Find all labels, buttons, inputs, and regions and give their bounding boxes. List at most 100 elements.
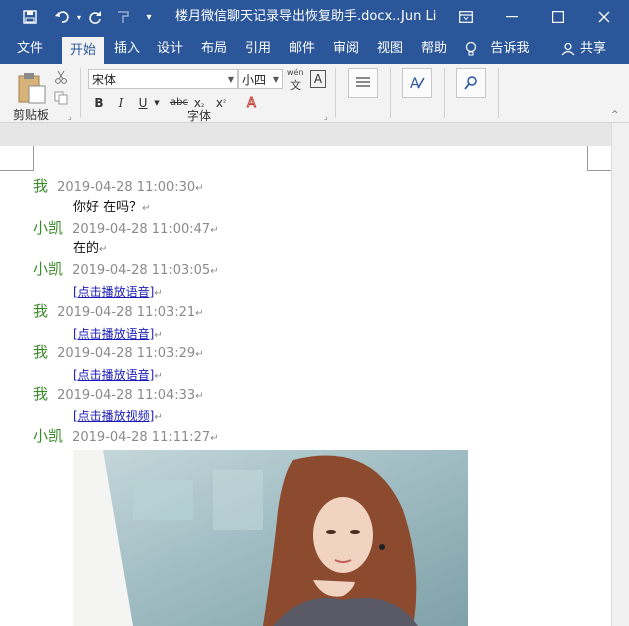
share-button[interactable]: 共享: [578, 34, 608, 64]
paragraph-mark: ↵: [210, 225, 219, 236]
message-header: 小凯 2019-04-28 11:03:05↵: [33, 258, 219, 279]
save-icon[interactable]: [18, 0, 42, 34]
page-corner-mark: [0, 170, 33, 171]
tab-layout[interactable]: 布局: [197, 34, 231, 64]
share-user-icon[interactable]: [559, 34, 577, 64]
svg-text:A: A: [247, 96, 256, 110]
chevron-down-icon[interactable]: ▼: [273, 70, 279, 90]
tab-help[interactable]: 帮助: [417, 34, 451, 64]
timestamp: 2019-04-28 11:03:29: [57, 346, 196, 361]
message-body: 在的↵: [73, 237, 107, 256]
chevron-down-icon[interactable]: ▼: [228, 70, 234, 90]
page-corner-mark: [587, 146, 588, 171]
page-corner-mark: [587, 170, 611, 171]
play-video-link[interactable]: [点击播放视频]: [73, 409, 154, 423]
customize-toolbar-icon[interactable]: ▾: [138, 0, 160, 34]
timestamp: 2019-04-28 11:04:33: [57, 388, 196, 403]
sender-name: 我: [33, 343, 49, 361]
photo-illustration: [73, 450, 468, 626]
svg-text:A: A: [410, 76, 420, 92]
message-header: 小凯 2019-04-28 11:11:27↵: [33, 425, 219, 446]
font-name-combobox[interactable]: 宋体 ▼: [88, 69, 238, 89]
undo-dropdown-icon[interactable]: ▾: [74, 0, 84, 34]
paste-icon[interactable]: [16, 70, 48, 104]
ribbon-separator: [498, 68, 499, 118]
copy-icon[interactable]: [54, 91, 68, 108]
maximize-icon[interactable]: [544, 0, 572, 34]
underline-button[interactable]: U: [136, 94, 150, 112]
styles-icon[interactable]: A: [402, 68, 432, 98]
tab-insert[interactable]: 插入: [110, 34, 144, 64]
sender-name: 我: [33, 385, 49, 403]
lightbulb-icon[interactable]: [463, 34, 479, 64]
sender-name: 小凯: [33, 219, 64, 237]
timestamp: 2019-04-28 11:03:21: [57, 305, 196, 320]
message-header: 我 2019-04-28 11:04:33↵: [33, 383, 204, 404]
timestamp: 2019-04-28 11:00:47: [72, 222, 211, 237]
message-body: 你好 在吗？↵: [73, 196, 151, 215]
font-size-combobox[interactable]: 小四 ▼: [238, 69, 283, 89]
ribbon-separator: [444, 68, 445, 118]
minimize-icon[interactable]: [498, 0, 526, 34]
sender-name: 我: [33, 177, 49, 195]
sender-name: 小凯: [33, 260, 64, 278]
ribbon-display-icon[interactable]: [452, 0, 480, 34]
superscript-button[interactable]: x²: [214, 94, 228, 112]
message-body: [点击播放语音]↵: [73, 364, 163, 383]
undo-icon[interactable]: [50, 0, 76, 34]
find-icon[interactable]: [456, 68, 486, 98]
clipboard-group-label: 剪贴板: [13, 108, 50, 122]
sender-name: 小凯: [33, 427, 64, 445]
paragraph-mark: ↵: [142, 203, 151, 214]
play-voice-link[interactable]: [点击播放语音]: [73, 327, 154, 341]
paragraph-mark: ↵: [154, 330, 163, 341]
message-header: 我 2019-04-28 11:00:30↵: [33, 175, 204, 196]
page-corner-mark: [33, 146, 34, 171]
phonetic-guide-label: wén: [287, 68, 304, 77]
tab-references[interactable]: 引用: [241, 34, 275, 64]
italic-button[interactable]: I: [114, 94, 128, 112]
character-border-button[interactable]: A: [310, 70, 326, 88]
format-painter-icon[interactable]: [112, 0, 134, 34]
paragraph-mark: ↵: [210, 266, 219, 277]
cut-icon[interactable]: [54, 70, 68, 87]
collapse-ribbon-icon[interactable]: ^: [611, 110, 619, 120]
tab-review[interactable]: 审阅: [329, 34, 363, 64]
user-name[interactable]: Jun Li: [401, 0, 436, 34]
paragraph-mark: ↵: [154, 412, 163, 423]
bold-button[interactable]: B: [92, 94, 106, 112]
message-text: 你好 在吗？: [73, 200, 143, 215]
play-voice-link[interactable]: [点击播放语音]: [73, 285, 154, 299]
font-launcher-icon[interactable]: ⌟: [324, 112, 328, 121]
paragraph-icon[interactable]: [348, 68, 378, 98]
text-effects-icon[interactable]: A: [244, 94, 262, 112]
tab-view[interactable]: 视图: [373, 34, 407, 64]
phonetic-guide-button[interactable]: 文: [290, 77, 301, 93]
tab-file[interactable]: 文件: [10, 34, 50, 64]
ribbon-panel: 剪贴板 ⌟ 宋体 ▼ 小四 ▼ wén 文 A B I U ▼ abc x₂ x…: [0, 64, 629, 123]
ribbon-separator: [335, 68, 336, 118]
paragraph-mark: ↵: [195, 308, 204, 319]
window-title: 楼月微信聊天记录导出恢复助手.docx...: [175, 9, 405, 24]
tab-mailings[interactable]: 邮件: [285, 34, 319, 64]
redo-icon[interactable]: [84, 0, 106, 34]
message-image[interactable]: [73, 450, 468, 626]
ribbon-separator: [390, 68, 391, 118]
tab-home[interactable]: 开始: [62, 37, 104, 64]
tell-me-search[interactable]: 告诉我: [488, 34, 532, 64]
chevron-down-icon[interactable]: ▼: [152, 94, 162, 112]
play-voice-link[interactable]: [点击播放语音]: [73, 368, 154, 382]
close-icon[interactable]: [590, 0, 618, 34]
ribbon-tabs: 文件 开始 插入 设计 布局 引用 邮件 审阅 视图 帮助 告诉我 共享: [0, 34, 629, 64]
paragraph-mark: ↵: [195, 349, 204, 360]
message-header: 小凯 2019-04-28 11:00:47↵: [33, 217, 219, 238]
clipboard-launcher-icon[interactable]: ⌟: [68, 112, 72, 121]
vertical-scrollbar[interactable]: [611, 123, 629, 626]
font-name-value: 宋体: [92, 73, 117, 87]
message-header: 我 2019-04-28 11:03:21↵: [33, 300, 204, 321]
superscript-label: x: [215, 96, 223, 110]
paragraph-mark: ↵: [154, 371, 163, 382]
timestamp: 2019-04-28 11:00:30: [57, 180, 196, 195]
message-text: 在的: [73, 241, 100, 256]
tab-design[interactable]: 设计: [153, 34, 187, 64]
